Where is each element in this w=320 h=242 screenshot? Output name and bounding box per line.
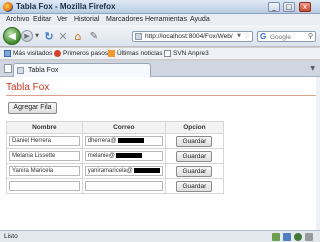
site-favicon-icon [135, 33, 142, 40]
forward-arrow-icon: ▶ [24, 32, 30, 40]
resize-grip-icon[interactable] [305, 233, 313, 241]
reload-button[interactable]: ↻ [43, 29, 55, 43]
bookmark-label: Primeros pasos [63, 50, 109, 57]
save-button[interactable]: Guardar [176, 135, 213, 147]
new-tab-icon[interactable] [4, 64, 12, 73]
redacted-text [115, 152, 142, 158]
address-bar[interactable]: http://localhost:8004/Fox/Web/ ▼ ☆ [132, 31, 253, 42]
folder-icon [4, 50, 11, 57]
add-row-button[interactable]: Agregar Fila [8, 102, 57, 114]
bookmark-label: Más visitados [13, 50, 53, 57]
menu-herramientas[interactable]: Herramientas [145, 16, 187, 23]
status-text: Listo [4, 233, 18, 240]
tab-favicon-icon [17, 67, 24, 74]
tab-label: Tabla Fox [28, 67, 59, 74]
redacted-text [133, 167, 160, 173]
data-table: Nombre Correo Opcion Daniel Herrera dher… [6, 121, 225, 194]
nombre-input[interactable]: Yanira Maricela [9, 166, 80, 176]
menu-archivo[interactable]: Archivo [6, 16, 29, 23]
firefox-icon [3, 2, 13, 12]
bookmark-primeros-pasos[interactable]: Primeros pasos [54, 50, 108, 57]
menu-editar[interactable]: Editar [33, 16, 51, 23]
list-tabs-icon[interactable]: ▼ [310, 65, 315, 72]
rss-icon [108, 50, 115, 57]
home-button[interactable]: ⌂ [72, 29, 84, 43]
correo-input[interactable]: yaniramaricela@ [84, 166, 163, 176]
page-edge [316, 77, 320, 230]
stop-icon: ✕ [58, 29, 68, 43]
bookmark-icon: ✎ [89, 30, 99, 42]
page-icon [164, 50, 171, 57]
network-status-icon[interactable] [283, 233, 291, 241]
correo-text: melanie@ [87, 153, 115, 159]
tab-strip: Tabla Fox ▼ [0, 61, 320, 77]
tab-tabla-fox[interactable]: Tabla Fox [13, 63, 151, 77]
table-row: Yanira Maricela yaniramaricela@ Guardar [6, 163, 225, 179]
url-text[interactable]: http://localhost:8004/Fox/Web/ [145, 33, 233, 40]
maximize-button[interactable]: □ [283, 2, 295, 12]
bookmark-label: SVN Anpre3 [173, 50, 209, 57]
menu-ver[interactable]: Ver [57, 16, 68, 23]
page-content: Tabla Fox Agregar Fila Nombre Correo Opc… [0, 77, 320, 230]
column-header-nombre: Nombre [6, 121, 83, 134]
star-icon[interactable]: ☆ [244, 32, 250, 40]
bookmarks-toolbar: Más visitados Primeros pasos Últimas not… [0, 48, 320, 60]
back-arrow-icon: ◀ [8, 30, 16, 42]
save-button[interactable]: Guardar [176, 165, 213, 177]
bookmark-page-button[interactable]: ✎ [88, 30, 100, 42]
table-row: Melania Lissette melanie@ Guardar [6, 148, 225, 164]
menu-bar: Archivo Editar Ver Historial Marcadores … [0, 14, 320, 25]
column-header-correo: Correo [81, 121, 166, 134]
chevron-down-icon: ▼ [35, 33, 39, 39]
correo-input[interactable] [84, 181, 163, 191]
stop-button[interactable]: ✕ [57, 29, 69, 43]
correo-text: yaniramaricela@ [87, 168, 133, 174]
correo-text: dherrera@ [87, 138, 117, 144]
correo-input[interactable]: dherrera@ [84, 136, 163, 146]
back-button[interactable]: ◀ [3, 27, 21, 45]
redacted-text [117, 137, 144, 143]
save-button[interactable]: Guardar [176, 180, 213, 192]
bookmark-mas-visitados[interactable]: Más visitados [4, 50, 52, 57]
search-box[interactable]: G ⚲ [257, 31, 316, 42]
search-icon[interactable]: ⚲ [308, 32, 313, 40]
nombre-input[interactable]: Daniel Herrera [9, 136, 80, 146]
firefox-page-icon [54, 50, 61, 57]
table-row: Guardar [6, 178, 225, 194]
reload-icon: ↻ [44, 29, 54, 43]
menu-historial[interactable]: Historial [74, 16, 99, 23]
page-title: Tabla Fox [6, 82, 50, 93]
title-bar: Tabla Fox - Mozilla Firefox _ □ x [0, 0, 320, 14]
search-input[interactable] [270, 33, 306, 41]
history-dropdown-button[interactable]: ▼ [34, 33, 40, 39]
home-icon: ⌂ [74, 29, 82, 43]
correo-input[interactable]: melanie@ [84, 151, 163, 161]
nombre-input[interactable] [9, 181, 80, 191]
bookmark-svn-anpre3[interactable]: SVN Anpre3 [164, 50, 209, 57]
table-row: Daniel Herrera dherrera@ Guardar [6, 133, 225, 149]
title-divider [6, 95, 316, 96]
addon-status-icon[interactable] [272, 233, 280, 241]
menu-ayuda[interactable]: Ayuda [190, 16, 210, 23]
bookmark-label: Últimas noticias [117, 50, 163, 57]
save-button[interactable]: Guardar [176, 150, 213, 162]
column-header-opcion: Opcion [164, 121, 225, 134]
nombre-input[interactable]: Melania Lissette [9, 151, 80, 161]
window-title: Tabla Fox - Mozilla Firefox [16, 2, 116, 11]
navigation-toolbar: ◀ ▶ ▼ ↻ ✕ ⌂ ✎ http://localhost:8004/Fox/… [0, 25, 320, 47]
menu-marcadores[interactable]: Marcadores [106, 16, 143, 23]
security-status-icon[interactable] [294, 233, 302, 241]
url-dropdown-icon[interactable]: ▼ [237, 33, 241, 39]
minimize-button[interactable]: _ [268, 2, 280, 12]
table-header-row: Nombre Correo Opcion [6, 121, 225, 134]
google-icon[interactable]: G [260, 32, 266, 41]
close-button[interactable]: x [299, 2, 311, 12]
status-bar: Listo [0, 230, 320, 242]
forward-button[interactable]: ▶ [21, 30, 33, 42]
bookmark-ultimas-noticias[interactable]: Últimas noticias [108, 50, 163, 57]
